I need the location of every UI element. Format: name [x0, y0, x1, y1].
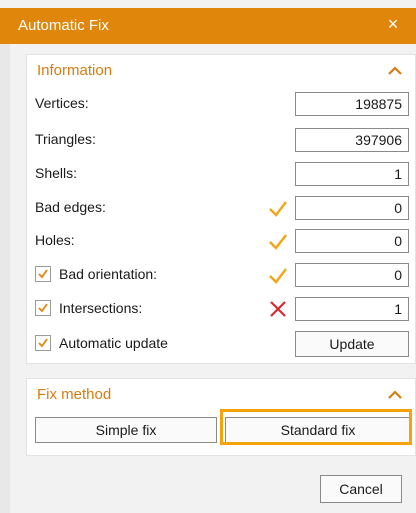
- dialog-title: Automatic Fix: [18, 17, 109, 34]
- bad-orientation-row: Bad orientation: 0: [27, 260, 416, 290]
- bad-orientation-checkbox[interactable]: [35, 266, 51, 282]
- bad-edges-value: 0: [295, 196, 409, 220]
- title-bar[interactable]: Automatic Fix ×: [0, 8, 416, 44]
- intersections-row: Intersections: 1: [27, 294, 416, 324]
- shells-value: 1: [295, 162, 409, 186]
- checkbox-checked-icon: [38, 303, 48, 313]
- vertices-value: 198875: [295, 92, 409, 116]
- information-panel: Information Vertices: 198875 Triangles: …: [26, 54, 416, 364]
- automatic-update-checkbox[interactable]: [35, 335, 51, 351]
- information-panel-header[interactable]: Information: [27, 55, 415, 87]
- check-icon: [269, 201, 287, 217]
- simple-fix-button[interactable]: Simple fix: [35, 417, 217, 443]
- cross-icon: [270, 301, 286, 317]
- automatic-update-label: Automatic update: [59, 335, 168, 351]
- intersections-label: Intersections:: [59, 300, 143, 316]
- checkbox-checked-icon: [38, 269, 48, 279]
- shells-label: Shells:: [35, 165, 78, 181]
- automatic-update-row: Automatic update Update: [27, 329, 416, 359]
- cancel-button[interactable]: Cancel: [320, 475, 402, 503]
- triangles-label: Triangles:: [35, 131, 96, 147]
- holes-label: Holes:: [35, 232, 75, 248]
- bad-orientation-label: Bad orientation:: [59, 266, 158, 282]
- standard-fix-button[interactable]: Standard fix: [225, 417, 411, 443]
- chevron-up-icon[interactable]: [385, 385, 405, 405]
- holes-row: Holes: 0: [27, 226, 416, 256]
- fix-method-panel-header[interactable]: Fix method: [27, 379, 415, 411]
- bad-edges-label: Bad edges:: [35, 199, 106, 215]
- information-panel-title: Information: [37, 62, 113, 79]
- fix-method-panel: Fix method Simple fix Standard fix: [26, 378, 416, 456]
- chevron-up-icon[interactable]: [385, 61, 405, 81]
- fix-method-buttons: Simple fix Standard fix: [35, 415, 411, 445]
- close-icon[interactable]: ×: [384, 14, 402, 34]
- triangles-row: Triangles: 397906: [27, 125, 416, 155]
- bad-edges-row: Bad edges: 0: [27, 193, 416, 223]
- fix-method-panel-title: Fix method: [37, 386, 112, 403]
- holes-value: 0: [295, 229, 409, 253]
- check-icon: [269, 268, 287, 284]
- vertices-label: Vertices:: [35, 95, 89, 111]
- shells-row: Shells: 1: [27, 159, 416, 189]
- check-icon: [269, 234, 287, 250]
- bad-orientation-value: 0: [295, 263, 409, 287]
- background-strip: [0, 44, 10, 513]
- update-button[interactable]: Update: [295, 331, 409, 357]
- triangles-value: 397906: [295, 128, 409, 152]
- automatic-fix-dialog: Automatic Fix × Information Vertices: 19…: [0, 0, 416, 513]
- intersections-checkbox[interactable]: [35, 300, 51, 316]
- intersections-value: 1: [295, 297, 409, 321]
- vertices-row: Vertices: 198875: [27, 89, 416, 119]
- checkbox-checked-icon: [38, 338, 48, 348]
